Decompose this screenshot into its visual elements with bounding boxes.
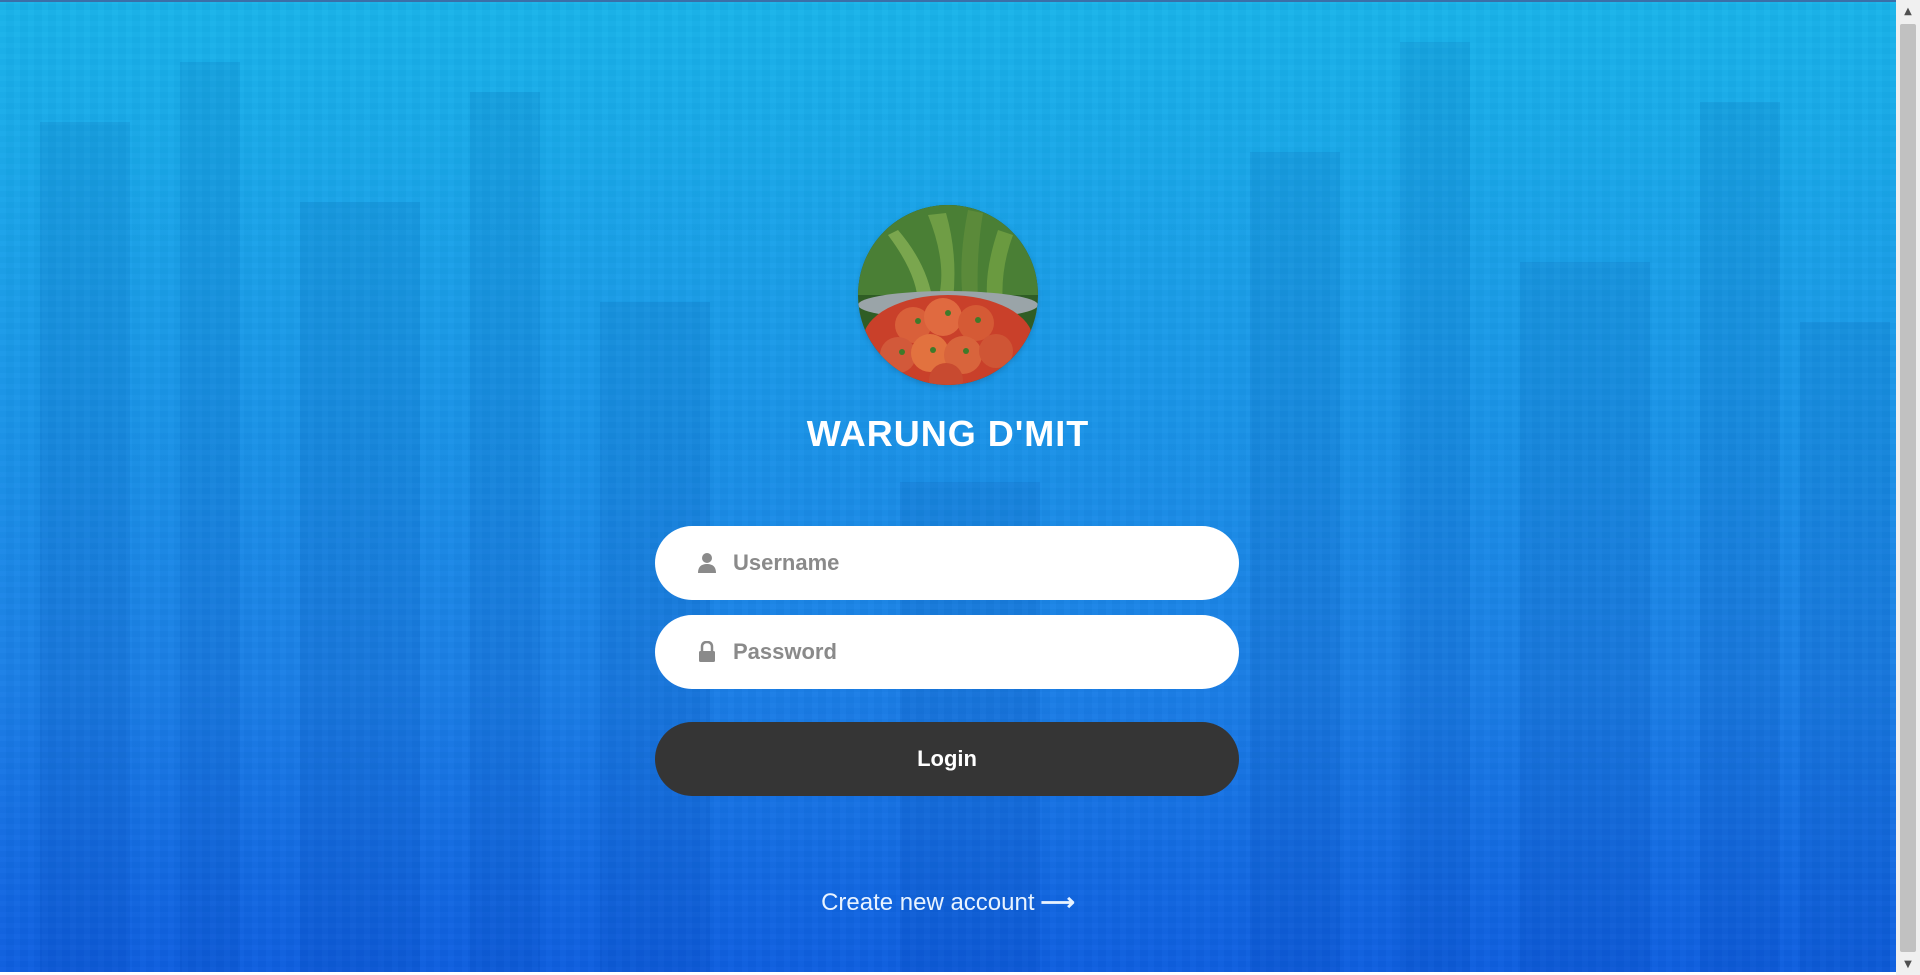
create-account-label: Create new account bbox=[821, 889, 1035, 916]
restaurant-logo-avatar bbox=[858, 205, 1038, 385]
lock-icon bbox=[699, 641, 715, 662]
city-buildings-overlay bbox=[0, 2, 1896, 972]
brand-title: WARUNG D'MIT bbox=[806, 413, 1090, 454]
scrollbar-thumb[interactable] bbox=[1900, 24, 1916, 952]
city-background-texture bbox=[0, 2, 1896, 972]
password-field[interactable] bbox=[655, 615, 1239, 689]
login-page: WARUNG D'MIT Login Create new account⟶ bbox=[0, 2, 1896, 972]
browser-viewport: WARUNG D'MIT Login Create new account⟶ ▲… bbox=[0, 0, 1920, 975]
meatball-dish-image bbox=[858, 205, 1038, 385]
create-account-link[interactable]: Create new account ⟶ bbox=[0, 888, 1896, 918]
scroll-down-arrow-icon[interactable]: ▼ bbox=[1896, 953, 1920, 975]
login-button[interactable]: Login bbox=[655, 722, 1239, 796]
password-input[interactable] bbox=[733, 615, 1213, 689]
scroll-up-arrow-icon[interactable]: ▲ bbox=[1896, 0, 1920, 22]
vertical-scrollbar[interactable]: ▲ ▼ bbox=[1896, 0, 1920, 975]
username-field[interactable] bbox=[655, 526, 1239, 600]
arrow-right-icon: ⟶ bbox=[1040, 889, 1075, 916]
username-input[interactable] bbox=[733, 526, 1213, 600]
user-icon bbox=[698, 553, 716, 573]
